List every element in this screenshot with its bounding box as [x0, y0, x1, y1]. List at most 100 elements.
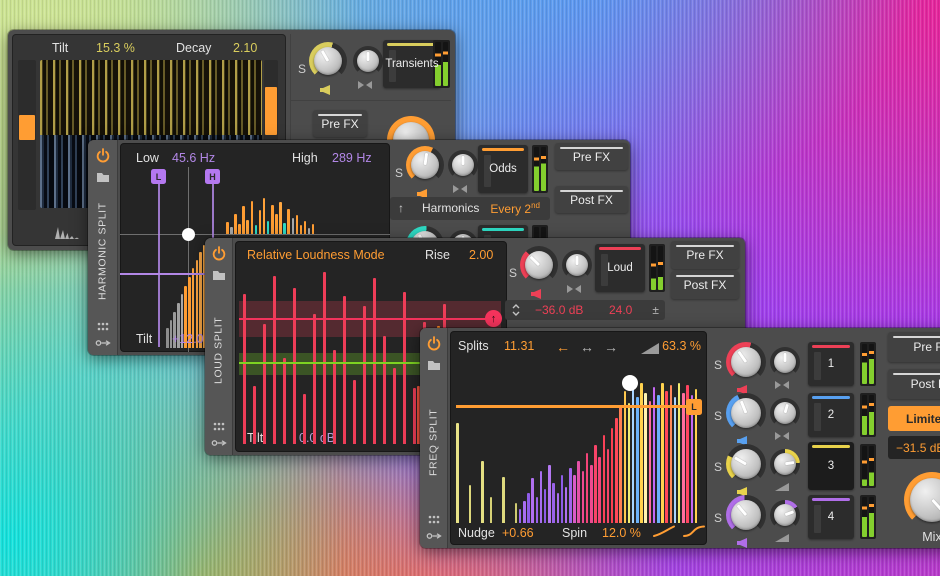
loud-threshold-line[interactable]: [239, 318, 495, 320]
pan-knob[interactable]: [770, 398, 800, 428]
pan-knob[interactable]: [562, 250, 592, 280]
routing-icon[interactable]: [211, 438, 227, 448]
band-row: S 3: [708, 444, 880, 492]
shift-left-arrow[interactable]: ←: [556, 339, 570, 355]
tilt-value[interactable]: 15.3 %: [96, 41, 135, 55]
curve-linear-icon[interactable]: [652, 525, 676, 538]
loud-threshold-handle[interactable]: ↑: [485, 310, 502, 327]
post-fx-button[interactable]: Post FX: [555, 186, 628, 213]
limiter-value[interactable]: −31.5 dB: [888, 436, 940, 459]
preset-folder-icon[interactable]: [427, 359, 441, 371]
speaker-icon[interactable]: [736, 537, 748, 549]
high-value[interactable]: 289 Hz: [332, 151, 372, 165]
preset-folder-icon[interactable]: [212, 269, 226, 281]
remote-controls-icon[interactable]: [97, 322, 109, 331]
power-icon[interactable]: [426, 336, 441, 351]
pan-knob[interactable]: [770, 449, 800, 479]
solo-label[interactable]: S: [714, 511, 722, 525]
loud-band-button[interactable]: Loud: [595, 244, 645, 292]
band-button-4[interactable]: 4: [808, 495, 854, 539]
selector-mode[interactable]: Harmonics: [422, 201, 479, 215]
slider-handle[interactable]: [19, 115, 35, 140]
solo-label[interactable]: S: [714, 358, 722, 372]
mix-knob[interactable]: [904, 472, 940, 528]
mode-title[interactable]: Relative Loudness Mode: [247, 248, 385, 262]
solo-label[interactable]: S: [714, 409, 722, 423]
splits-value[interactable]: 11.31: [504, 339, 534, 353]
threshold-value[interactable]: −36.0 dB: [535, 303, 583, 317]
volume-knob[interactable]: [520, 246, 558, 284]
speaker-icon[interactable]: [530, 288, 542, 300]
remote-controls-icon[interactable]: [213, 422, 225, 431]
decay-value[interactable]: 2.10: [233, 41, 257, 55]
ratio-value[interactable]: 24.0: [609, 303, 632, 317]
split-level-line[interactable]: [456, 405, 698, 408]
pre-fx-button[interactable]: Pre FX: [671, 241, 739, 269]
transient-shape-icon[interactable]: [54, 226, 80, 240]
speaker-icon[interactable]: [319, 84, 331, 96]
volume-knob[interactable]: [726, 495, 766, 535]
power-icon[interactable]: [211, 246, 226, 261]
high-handle[interactable]: H: [205, 169, 220, 184]
limiter-value-text: −31.5 dB: [896, 441, 940, 455]
pre-fx-button[interactable]: Pre FX: [555, 143, 628, 170]
solo-label[interactable]: S: [298, 62, 306, 76]
slider-handle[interactable]: [265, 87, 277, 135]
shift-right-arrow[interactable]: →: [604, 339, 618, 355]
volume-knob[interactable]: [726, 342, 766, 382]
remote-controls-icon[interactable]: [428, 515, 440, 524]
left-threshold-slider[interactable]: [18, 60, 36, 210]
pan-knob[interactable]: [770, 347, 800, 377]
pre-fx-button[interactable]: Pre FX: [888, 332, 940, 362]
preset-folder-icon[interactable]: [96, 171, 110, 183]
odds-band-button[interactable]: Odds: [478, 145, 528, 193]
volume-knob[interactable]: [406, 146, 444, 184]
volume-knob[interactable]: [726, 393, 766, 433]
nudge-value[interactable]: +0.66: [502, 526, 534, 540]
solo-label[interactable]: S: [395, 166, 403, 180]
device-freq-split: FREQ SPLIT Splits 11.31 ← ↔ → 63.3 % L N…: [420, 328, 940, 548]
slope-ramp-icon[interactable]: [640, 342, 660, 355]
solo-label[interactable]: S: [509, 266, 517, 280]
tilt-line[interactable]: [120, 273, 214, 275]
expand-arrow[interactable]: ↔: [580, 339, 594, 355]
band-button-2[interactable]: 2: [808, 393, 854, 437]
spin-value[interactable]: 12.0 %: [602, 526, 641, 540]
post-fx-button[interactable]: Post FX: [671, 271, 739, 299]
pre-fx-label: Pre FX: [321, 117, 358, 131]
level-handle[interactable]: L: [686, 399, 702, 415]
band-button-1[interactable]: 1: [808, 342, 854, 386]
power-icon[interactable]: [95, 148, 110, 163]
volume-knob[interactable]: [309, 42, 347, 80]
band-button-3[interactable]: 3: [808, 442, 854, 490]
low-cutoff-line[interactable]: [158, 171, 160, 347]
post-fx-button[interactable]: Post FX: [888, 369, 940, 399]
pan-knob[interactable]: [353, 46, 383, 76]
band-number: 3: [828, 460, 834, 472]
pan-knob[interactable]: [448, 150, 478, 180]
pre-fx-label: Pre FX: [913, 340, 940, 354]
routing-icon[interactable]: [95, 338, 111, 348]
pan-ramp-icon: [774, 533, 790, 543]
low-handle[interactable]: L: [151, 169, 166, 184]
pre-fx-button[interactable]: Pre FX: [313, 110, 367, 137]
slope-value[interactable]: 63.3 %: [662, 339, 701, 353]
harmonics-selector[interactable]: ↑ Harmonics Every 2nd: [390, 197, 550, 220]
up-arrow-icon[interactable]: ↑: [398, 201, 404, 215]
solo-label[interactable]: S: [714, 460, 722, 474]
crossover-dot[interactable]: [182, 228, 195, 241]
rise-value[interactable]: 2.00: [469, 248, 493, 262]
morph-dot[interactable]: [622, 375, 638, 391]
sort-chevrons-icon[interactable]: [511, 303, 521, 317]
plus-minus-toggle[interactable]: ±: [652, 303, 659, 317]
selector-value[interactable]: Every 2nd: [490, 201, 540, 216]
limiter-button[interactable]: Limiter: [888, 406, 940, 431]
pan-knob[interactable]: [770, 500, 800, 530]
routing-icon[interactable]: [426, 531, 442, 541]
low-value[interactable]: 45.6 Hz: [172, 151, 215, 165]
curve-s-icon[interactable]: [682, 525, 706, 538]
post-fx-label: Post FX: [684, 278, 727, 292]
pan-bowtie-icon: [566, 284, 582, 294]
volume-knob[interactable]: [726, 444, 766, 484]
freq-display[interactable]: Splits 11.31 ← ↔ → 63.3 % L Nudge +0.66 …: [450, 331, 707, 545]
